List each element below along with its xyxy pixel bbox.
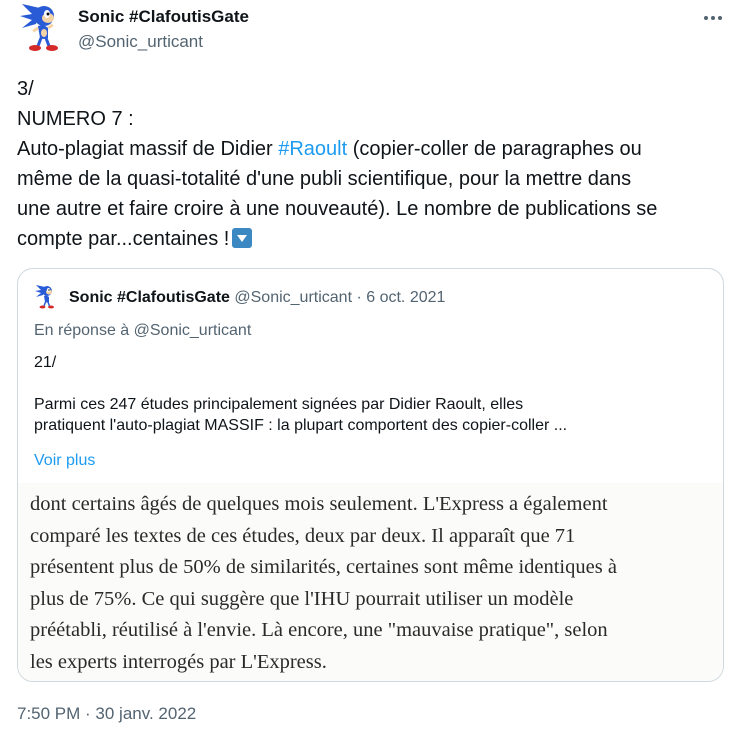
quote-line-blank (34, 373, 714, 394)
tweet-line: NUMERO 7 : (17, 108, 134, 130)
tweet-line-segment: (copier-coller de paragraphes ou (347, 138, 642, 160)
quote-reply-to: En réponse à @Sonic_urticant (34, 322, 252, 339)
more-options-button[interactable] (700, 5, 726, 31)
author-avatar[interactable] (18, 2, 66, 54)
tweet-line: 3/ (17, 78, 34, 100)
quote-text: 21/ Parmi ces 247 études principalement … (34, 352, 714, 436)
media-text-line: les experts interrogés par L'Express. (30, 650, 327, 673)
tweet-timestamp[interactable]: 7:50 PM · 30 janv. 2022 (17, 704, 196, 724)
tweet-line-segment: compte par...centaines ! (17, 228, 230, 250)
more-dots-icon (704, 16, 722, 20)
media-text-line: dont certains âgés de quelques mois seul… (30, 493, 608, 515)
media-text-line: plus de 75%. Ce qui suggère que l'IHU po… (30, 587, 574, 610)
quote-line: Parmi ces 247 études principalement sign… (34, 396, 524, 413)
tweet-text: 3/ NUMERO 7 : Auto-plagiat massif de Did… (17, 74, 732, 254)
tweet-line-segment: Auto-plagiat massif de Didier (17, 138, 279, 160)
author-handle[interactable]: @Sonic_urticant (78, 32, 203, 52)
media-text-line: préétabli, réutilisé à l'envie. Là encor… (30, 619, 608, 641)
quote-line: pratiquent l'auto-plagiat MASSIF : la pl… (34, 417, 568, 434)
see-more-link[interactable]: Voir plus (34, 452, 95, 470)
quote-date[interactable]: 6 oct. 2021 (366, 289, 445, 306)
tweet-line: Auto-plagiat massif de Didier #Raoult (c… (17, 134, 732, 164)
quoted-tweet[interactable]: Sonic #ClafoutisGate @Sonic_urticant · 6… (17, 268, 724, 682)
tweet-line: une autre et faire croire à une nouveaut… (17, 198, 658, 220)
quote-line: 21/ (34, 354, 57, 371)
quote-author-avatar[interactable] (34, 283, 58, 311)
quote-header: Sonic #ClafoutisGate @Sonic_urticant · 6… (69, 289, 445, 307)
tweet-line: compte par...centaines ! (17, 224, 732, 254)
quote-author-handle[interactable]: @Sonic_urticant (234, 289, 352, 306)
quote-separator: · (352, 289, 367, 306)
tweet-line: même de la quasi-totalité d'une publi sc… (17, 168, 632, 190)
down-arrow-emoji-icon (232, 228, 253, 248)
media-text-line: comparé les textes de ces études, deux p… (30, 524, 576, 547)
quote-media-image[interactable]: dont certains âgés de quelques mois seul… (18, 483, 723, 681)
hashtag-link[interactable]: #Raoult (278, 138, 347, 160)
media-text-block: dont certains âgés de quelques mois seul… (30, 489, 720, 678)
media-text-line: présentent plus de 50% de similarités, c… (30, 556, 617, 578)
author-name[interactable]: Sonic #ClafoutisGate (78, 7, 249, 27)
quote-author-name[interactable]: Sonic #ClafoutisGate (69, 289, 230, 306)
